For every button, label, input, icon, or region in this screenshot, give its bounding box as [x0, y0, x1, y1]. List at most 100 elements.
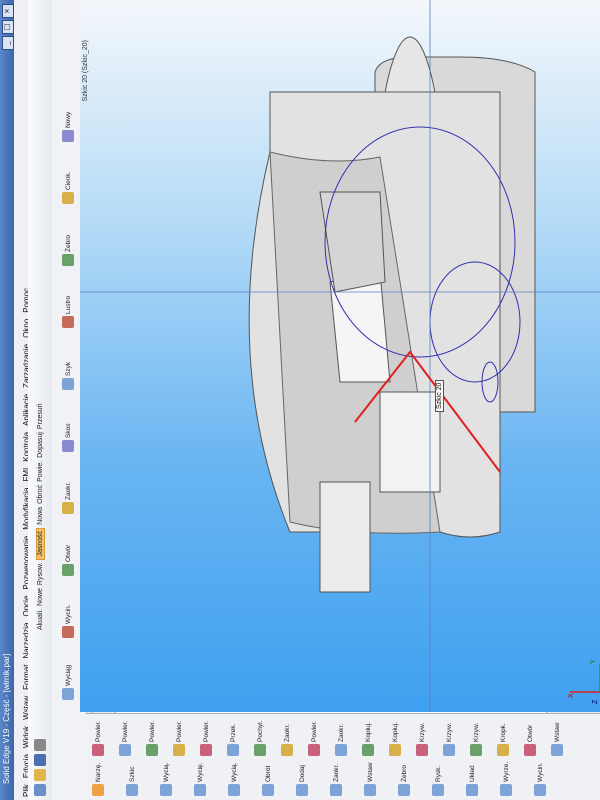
command-label: Wycin. — [536, 762, 544, 782]
title-bar: Solid Edge V19 - Część - [wirnik.par] _ … — [0, 0, 14, 800]
command-button[interactable]: Rysk. — [432, 766, 444, 796]
command-label: Wyrze. — [502, 761, 510, 782]
command-button[interactable]: Otwór — [524, 725, 536, 756]
command-button[interactable]: Zaokr. — [330, 764, 342, 796]
ribbon-label: Cienk. — [64, 171, 72, 190]
command-icon — [524, 744, 536, 756]
tool-icon — [62, 192, 74, 204]
command-button[interactable]: Wycię. — [194, 763, 206, 796]
command-button[interactable]: Przek. — [227, 724, 239, 756]
ribbon-button[interactable]: Zaokr. — [62, 482, 74, 514]
ribbon-button[interactable]: Wyciąg — [62, 665, 74, 700]
command-panel: Narzę. Szkic Wycią. Wycię. Wycią. Obrót Dodaj Z… — [86, 713, 600, 800]
command-icon — [254, 744, 266, 756]
command-icon — [146, 744, 158, 756]
toolbar-button[interactable]: Obroć — [37, 485, 44, 504]
ribbon-button[interactable]: Otwór — [62, 545, 74, 576]
vane-2 — [319, 481, 371, 593]
command-button[interactable]: Wycin. — [534, 763, 546, 796]
command-button[interactable]: Narzę. — [92, 763, 104, 796]
toolbar-button[interactable]: Nowe — [37, 588, 44, 606]
print-icon[interactable] — [34, 739, 46, 751]
command-button[interactable]: Wycią. — [228, 763, 240, 796]
command-label: Krzyw. — [445, 722, 453, 742]
part-model[interactable] — [80, 0, 600, 712]
command-icon — [534, 784, 546, 796]
toolbar-button[interactable]: Akuali. — [37, 609, 44, 630]
toolbar-button[interactable]: Przesuń — [37, 403, 44, 429]
new-file-icon[interactable] — [34, 784, 46, 796]
command-label: Powier. — [148, 720, 156, 742]
command-button[interactable]: Zaokr. — [281, 724, 293, 756]
command-button[interactable]: Kopiuj. — [389, 722, 401, 756]
command-icon — [330, 784, 342, 796]
close-button[interactable]: × — [2, 4, 14, 18]
ribbon-button[interactable]: Lustro — [62, 296, 74, 328]
toolbar-button[interactable]: Dopasuj — [37, 432, 44, 458]
command-icon — [92, 784, 104, 796]
command-button[interactable]: Wycią. — [160, 763, 172, 796]
ribbon-button[interactable]: Cienk. — [62, 172, 74, 204]
quick-access — [30, 739, 50, 796]
command-label: Wycię. — [196, 762, 204, 782]
command-label: Szkic — [128, 766, 136, 782]
command-button[interactable]: Układ — [466, 765, 478, 796]
ribbon-button[interactable]: Nowy — [62, 112, 74, 142]
command-button[interactable]: Krzyw. — [470, 723, 482, 756]
ribbon-button[interactable]: Skos — [62, 424, 74, 452]
command-icon — [362, 744, 374, 756]
command-icon — [443, 744, 455, 756]
command-button[interactable]: Kropk. — [497, 723, 509, 756]
toolbar-group: Akuali. Nowe Rysow. Jasność Nowa Obroć Powie. D… — [30, 403, 50, 630]
command-icon — [227, 744, 239, 756]
toolbar-button[interactable]: Rysow. — [37, 563, 44, 586]
command-button[interactable]: Powier. — [146, 721, 158, 756]
ribbon-label: Zaokr. — [64, 481, 72, 500]
command-button[interactable]: Dodaj — [296, 765, 308, 796]
ribbon-button[interactable]: Szyk — [62, 362, 74, 390]
command-button[interactable]: Powier. — [200, 721, 212, 756]
command-button[interactable]: Szkic — [126, 766, 138, 796]
command-button[interactable]: Zaokr. — [335, 724, 347, 756]
ribbon-button[interactable]: Wycin. — [62, 605, 74, 638]
command-button[interactable]: Wstaw — [551, 723, 563, 756]
command-button[interactable]: Kopiuj. — [362, 722, 374, 756]
command-button[interactable]: Wstaw — [364, 763, 376, 796]
command-icon — [92, 744, 104, 756]
3d-viewport[interactable]: Szkic 20 (Szkic_20) Szkic 20 X Y Z — [80, 0, 600, 712]
command-button[interactable]: Powier. — [308, 721, 320, 756]
command-button[interactable]: Powier. — [173, 721, 185, 756]
save-icon[interactable] — [34, 754, 46, 766]
toolbar-button[interactable]: Powie. — [37, 461, 44, 482]
ribbon-label: Lustro — [64, 295, 72, 314]
command-button[interactable]: Obrót — [262, 766, 274, 796]
command-label: Kopiuj. — [364, 722, 372, 742]
command-button[interactable]: Pochyl. — [254, 721, 266, 756]
command-button[interactable]: Krzyw. — [416, 723, 428, 756]
main-toolbar: Akuali. Nowe Rysow. Jasność Nowa Obroć Powie. D… — [28, 0, 53, 800]
ribbon-button[interactable]: Żebro — [62, 235, 74, 266]
ribbon-label: Skos — [64, 423, 72, 438]
command-button[interactable]: Wyrze. — [500, 762, 512, 796]
window-controls: _ □ × — [2, 4, 14, 50]
command-button[interactable]: Żebro — [398, 765, 410, 796]
command-icon — [119, 744, 131, 756]
command-button[interactable]: Krzyw. — [443, 723, 455, 756]
command-icon — [364, 784, 376, 796]
open-folder-icon[interactable] — [34, 769, 46, 781]
axis-y-label: Y — [590, 659, 597, 664]
minimize-button[interactable]: _ — [2, 36, 14, 50]
command-icon — [335, 744, 347, 756]
command-button[interactable]: Powier. — [92, 721, 104, 756]
command-label: Żebro — [400, 765, 408, 782]
command-icon — [398, 784, 410, 796]
maximize-button[interactable]: □ — [2, 20, 14, 34]
command-icon — [308, 744, 320, 756]
command-icon — [466, 784, 478, 796]
command-button[interactable]: Powier. — [119, 721, 131, 756]
command-icon — [432, 784, 444, 796]
toolbar-button[interactable]: Jasność — [35, 527, 45, 560]
sketch-tag[interactable]: Szkic 20 — [435, 379, 444, 412]
command-label: Kropk. — [499, 723, 507, 742]
toolbar-button[interactable]: Nowa — [37, 507, 44, 525]
